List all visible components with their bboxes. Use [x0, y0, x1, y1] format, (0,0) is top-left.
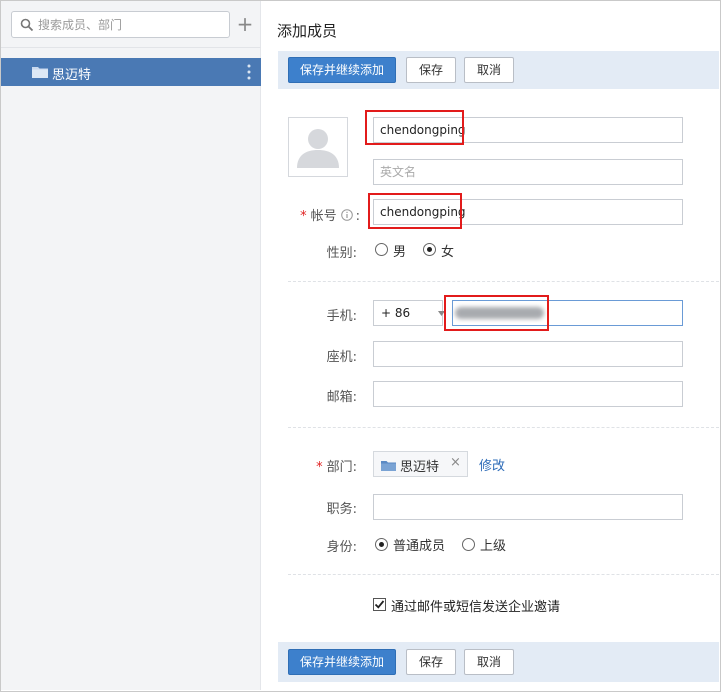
role-superior-radio[interactable]	[462, 538, 475, 551]
highlight-box	[368, 193, 462, 229]
user-placeholder-icon	[297, 129, 339, 168]
add-button[interactable]: +	[236, 13, 254, 35]
section-divider	[288, 281, 719, 282]
required-marker: *	[316, 460, 323, 475]
top-toolbar: 保存并继续添加 保存 取消	[278, 51, 719, 89]
checkmark-icon	[374, 600, 385, 609]
required-marker: *	[300, 209, 307, 224]
sidebar: + 思迈特	[1, 1, 261, 690]
save-button[interactable]: 保存	[406, 649, 456, 675]
folder-icon	[32, 67, 48, 78]
invite-label: 通过邮件或短信发送企业邀请	[391, 600, 561, 615]
email-label: 邮箱:	[326, 390, 357, 405]
search-box[interactable]	[11, 11, 230, 38]
job-title-field[interactable]	[373, 494, 683, 520]
save-continue-button[interactable]: 保存并继续添加	[288, 57, 396, 83]
avatar[interactable]	[288, 117, 348, 177]
phone-label: 座机:	[326, 350, 357, 365]
country-code-select[interactable]: + 86	[373, 300, 443, 326]
search-input[interactable]	[38, 16, 223, 33]
role-superior-label: 上级	[480, 539, 507, 554]
invite-checkbox[interactable]	[373, 598, 386, 611]
sidebar-divider	[1, 47, 261, 48]
highlight-box	[365, 110, 464, 145]
bottom-toolbar: 保存并继续添加 保存 取消	[278, 642, 719, 682]
page-title: 添加成员	[277, 22, 338, 40]
folder-icon	[381, 461, 396, 471]
info-icon[interactable]	[340, 209, 353, 221]
email-field[interactable]	[373, 381, 683, 407]
account-label-row: * 帐号 :	[290, 205, 360, 224]
more-vertical-icon[interactable]	[245, 62, 253, 82]
phone-field[interactable]	[373, 341, 683, 367]
highlight-box	[444, 295, 549, 331]
gender-male-label: 男	[393, 245, 407, 260]
save-button[interactable]: 保存	[406, 57, 456, 83]
cancel-button[interactable]: 取消	[464, 649, 514, 675]
gender-female-radio[interactable]	[423, 243, 436, 256]
mobile-label: 手机:	[326, 309, 357, 324]
department-label-row: * 部门:	[290, 456, 357, 475]
section-divider	[288, 427, 719, 428]
department-label: 思迈特	[52, 68, 92, 83]
save-continue-button[interactable]: 保存并继续添加	[288, 649, 396, 675]
modify-department-link[interactable]: 修改	[479, 455, 505, 474]
cancel-button[interactable]: 取消	[464, 57, 514, 83]
account-label: 帐号	[310, 209, 337, 224]
account-colon: :	[355, 209, 360, 224]
close-icon[interactable]: ×	[450, 455, 461, 470]
gender-male-radio[interactable]	[375, 243, 388, 256]
role-member-radio[interactable]	[375, 538, 388, 551]
gender-female-label: 女	[441, 245, 455, 260]
department-colon: :	[352, 460, 357, 475]
department-tag-label: 思迈特	[400, 460, 440, 475]
department-field-label: 部门	[326, 460, 353, 475]
department-item[interactable]: 思迈特	[1, 58, 261, 86]
english-name-field[interactable]	[373, 159, 683, 185]
section-divider	[288, 574, 719, 575]
gender-label: 性别:	[326, 246, 357, 261]
search-icon	[20, 18, 34, 32]
department-tag: 思迈特 ×	[373, 451, 468, 477]
role-label: 身份:	[326, 540, 357, 555]
job-title-label: 职务:	[326, 502, 357, 517]
role-member-label: 普通成员	[393, 539, 446, 554]
